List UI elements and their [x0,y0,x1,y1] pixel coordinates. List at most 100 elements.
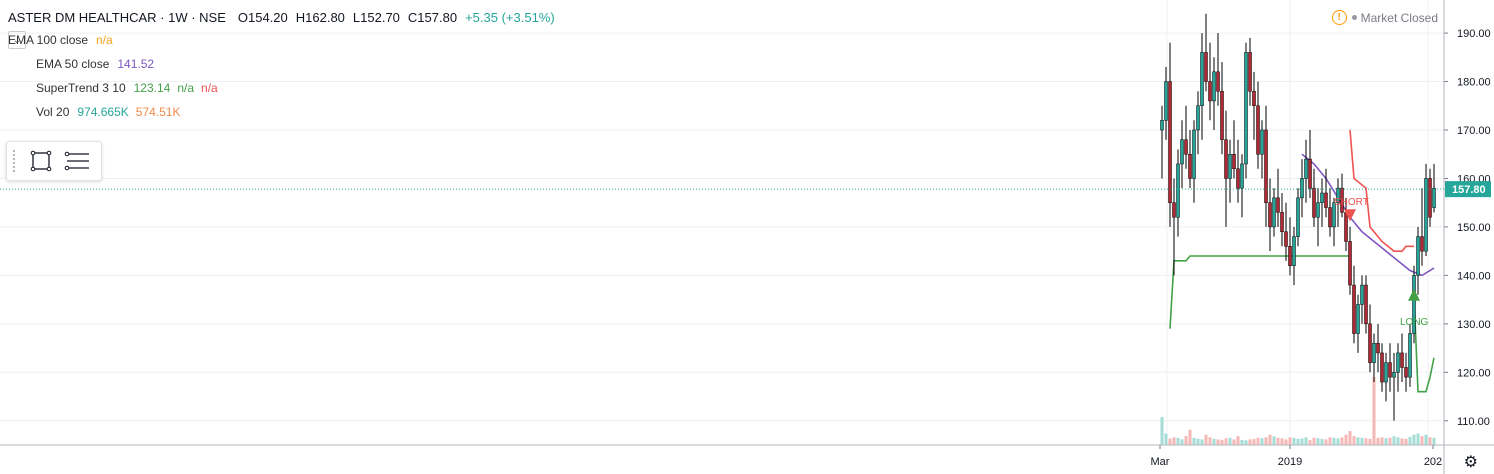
volume-bar [1380,437,1384,445]
market-status-label: Market Closed [1360,10,1438,25]
volume-bar [1372,377,1376,445]
candle-body [1200,52,1204,107]
status-dot [1351,15,1357,20]
candle-body [1344,212,1348,242]
indicator-ema100[interactable]: ⌄ EMA 100 close n/a [8,28,555,52]
candle-body [1408,333,1412,378]
volume-bar [1416,433,1420,445]
indicator-ema50[interactable]: EMA 50 close 141.52 [8,52,555,76]
supertrend-up-line [1169,255,1350,329]
candle-body [1164,81,1168,121]
y-tick-label: 110.00 [1457,416,1490,428]
candle-body [1220,90,1224,140]
candle-body [1232,153,1236,170]
x-tick-label: 202 [1424,456,1442,468]
volume-bar [1252,438,1256,445]
volume-bar [1256,437,1260,445]
volume-label: Vol 20 [36,105,70,119]
volume-bar [1364,438,1368,445]
volume-bar [1408,436,1412,445]
long-label: LONG [1400,317,1429,328]
candle-body [1280,212,1284,233]
volume-bar [1432,437,1436,445]
supertrend-value-2: n/a [177,81,195,95]
candle-body [1348,241,1352,286]
volume-bar [1160,417,1164,445]
volume-bar [1308,439,1312,445]
candle-body [1184,139,1188,155]
high-value: H162.80 [295,9,345,25]
volume-bar [1164,433,1168,445]
candle-body [1268,202,1272,228]
candle-body [1300,178,1304,199]
candle-body [1392,372,1396,378]
candle-body [1380,352,1384,383]
volume-bar [1228,437,1232,445]
gear-icon[interactable]: ⚙ [1464,452,1478,472]
volume-bar [1368,438,1372,445]
symbol-header: ASTER DM HEALTHCAR · 1W · NSE O154.20 H1… [8,6,555,28]
ema100-value: n/a [96,33,113,47]
candle-body [1204,52,1208,82]
candle-body [1372,342,1376,363]
candle-body [1252,90,1256,107]
menu-lines-icon[interactable] [63,147,91,175]
candle-body [1376,342,1380,354]
candle-body [1404,367,1408,378]
candle-body [1352,284,1356,334]
y-tick-label: 150.00 [1457,222,1491,234]
indicator-volume[interactable]: Vol 20 974.665K 574.51K [8,100,555,124]
y-tick-label: 120.00 [1457,367,1491,379]
supertrend-value-3: n/a [201,81,218,95]
volume-bar [1200,439,1204,445]
symbol-name[interactable]: ASTER DM HEALTHCAR · 1W · NSE [8,10,226,25]
ema50-label: EMA 50 close [36,57,110,71]
volume-bar [1244,440,1248,445]
candle-body [1396,352,1400,373]
volume-bar [1260,438,1264,445]
volume-bar [1272,436,1276,445]
volume-bar [1248,439,1252,445]
candle-body [1260,129,1264,155]
volume-bar [1396,437,1400,445]
candle-body [1328,207,1332,228]
ema50-value: 141.52 [117,57,155,71]
volume-bar [1236,436,1240,445]
candle-body [1356,304,1360,334]
indicator-supertrend[interactable]: SuperTrend 3 10 123.14 n/a n/a [8,76,555,100]
supertrend-value-1: 123.14 [133,81,171,95]
candle-body [1208,81,1212,102]
volume-bar [1204,434,1208,445]
volume-bar [1280,438,1284,445]
supertrend-down-line [1349,129,1414,252]
y-tick-label: 140.00 [1457,270,1491,282]
candle-body [1432,187,1436,208]
candle-body [1248,52,1252,92]
volume-bar [1176,437,1180,445]
candle-body [1172,202,1176,218]
candle-body [1224,139,1228,179]
candle-body [1176,163,1180,218]
candle-body [1284,231,1288,247]
candle-body [1236,168,1240,189]
volume-bar [1216,439,1220,445]
y-tick-label: 190.00 [1457,28,1491,40]
volume-bar [1288,437,1292,445]
change-value: +5.35 (+3.51%) [465,9,555,25]
market-status[interactable]: ! Market Closed [1331,10,1438,25]
ema100-label: EMA 100 close [8,33,89,47]
supertrend-up-line [1413,294,1435,393]
volume-bar [1384,438,1388,445]
rectangle-tool-icon[interactable] [27,147,55,175]
candle-body [1192,129,1196,179]
candle-body [1428,178,1432,218]
volume-bar [1232,439,1236,445]
candle-body [1296,197,1300,237]
volume-value-1: 974.665K [77,105,129,119]
candle-body [1320,192,1324,203]
candle-body [1292,236,1296,266]
drag-handle[interactable] [11,150,19,172]
warning-icon[interactable]: ! [1331,10,1347,25]
candle-body [1264,129,1268,203]
volume-bar [1360,437,1364,445]
